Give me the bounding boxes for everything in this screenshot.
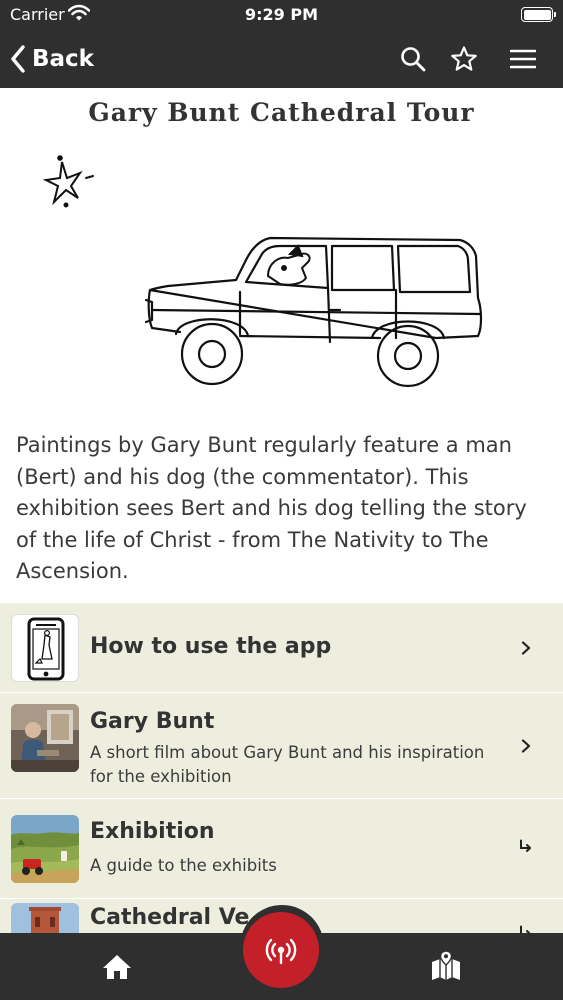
list-item-subtitle: A guide to the exhibits bbox=[90, 856, 277, 875]
phone-thumbnail bbox=[11, 614, 79, 682]
nav-bar: Back bbox=[0, 30, 563, 88]
menu-button[interactable] bbox=[506, 42, 540, 76]
sparkle-icon bbox=[42, 155, 94, 208]
map-tab[interactable] bbox=[430, 950, 462, 982]
list-item-title: Exhibition bbox=[90, 819, 215, 844]
exhibition-painting-thumbnail bbox=[11, 815, 79, 883]
car-sketch-illustration bbox=[42, 155, 483, 388]
list-item-gary-bunt[interactable]: Gary Bunt A short film about Gary Bunt a… bbox=[0, 693, 563, 799]
page-title: Gary Bunt Cathedral Tour bbox=[88, 98, 475, 127]
chevron-right-icon bbox=[521, 641, 531, 655]
chevron-left-icon bbox=[11, 45, 25, 73]
list-item-how-to-use[interactable]: How to use the app bbox=[0, 603, 563, 693]
phone-icon bbox=[27, 617, 65, 681]
star-icon bbox=[451, 46, 477, 71]
back-label: Back bbox=[32, 46, 94, 72]
audio-broadcast-icon bbox=[265, 938, 297, 965]
map-icon bbox=[432, 950, 460, 980]
status-bar: Carrier 9:29 PM bbox=[0, 0, 563, 30]
home-tab[interactable] bbox=[101, 952, 133, 982]
search-icon bbox=[401, 47, 426, 72]
list-item-title: How to use the app bbox=[90, 634, 332, 659]
clock: 9:29 PM bbox=[244, 5, 318, 24]
gary-bunt-photo bbox=[11, 704, 79, 772]
favourite-button[interactable] bbox=[447, 42, 481, 76]
home-icon bbox=[103, 955, 131, 979]
battery-icon bbox=[521, 7, 556, 22]
intro-text: Paintings by Gary Bunt regularly feature… bbox=[16, 433, 527, 583]
list-item-subtitle: A short film about Gary Bunt and his ins… bbox=[90, 743, 485, 786]
dog-figure bbox=[266, 244, 311, 286]
search-button[interactable] bbox=[396, 42, 430, 76]
list-item-title: Gary Bunt bbox=[90, 709, 215, 734]
back-button[interactable]: Back bbox=[10, 40, 94, 78]
chevron-right-icon bbox=[521, 739, 531, 753]
menu-icon bbox=[510, 49, 536, 69]
list-item-title: Cathedral Ve bbox=[90, 905, 250, 930]
audio-tour-button[interactable] bbox=[243, 912, 319, 988]
subdirectory-arrow-icon bbox=[520, 839, 531, 852]
list-item-exhibition[interactable]: Exhibition A guide to the exhibits bbox=[0, 799, 563, 899]
